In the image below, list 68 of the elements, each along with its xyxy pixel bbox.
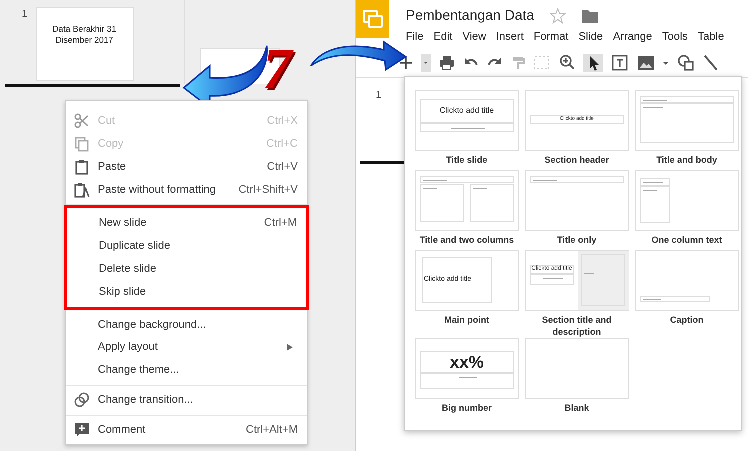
comment-icon	[74, 422, 90, 438]
menu-item[interactable]: Change background...	[98, 316, 298, 334]
document-title[interactable]: Pembentangan Data	[406, 5, 534, 26]
layout-label: Title slide	[445, 154, 489, 167]
menu-item[interactable]: Change transition...	[98, 392, 298, 408]
layout-label: Caption	[669, 314, 705, 327]
layout-label: Title and body	[656, 154, 718, 167]
layout-thumbnail[interactable]	[635, 250, 739, 311]
menu-bar-item[interactable]: File	[406, 29, 424, 46]
menu-bar-item[interactable]: Tools	[662, 29, 688, 46]
scissors-icon	[74, 113, 90, 130]
menu-bar-item[interactable]: View	[462, 29, 486, 46]
layout-thumbnail[interactable]	[415, 170, 519, 231]
menu-bar-item[interactable]: Arrange	[613, 29, 652, 46]
layout-label: Section header	[544, 154, 610, 167]
shortcut-text: Ctrl+M	[264, 216, 297, 232]
slide-number: 1	[376, 88, 383, 102]
menu-item[interactable]: Delete slide	[99, 260, 297, 278]
step-number: 7	[263, 40, 292, 98]
layout-thumbnail[interactable]	[525, 338, 629, 400]
layout-label: Section title and description	[541, 314, 613, 338]
menu-bar-item[interactable]: Slide	[578, 29, 604, 46]
layout-label: Big number	[440, 402, 493, 416]
menu-item[interactable]: Apply layout	[98, 339, 287, 356]
shortcut-text: Ctrl+Shift+V	[238, 182, 298, 198]
layout-label: Blank	[564, 402, 590, 416]
layout-thumbnail[interactable]: Clickto add title	[415, 90, 519, 151]
menu-item[interactable]: Paste without formatting	[98, 182, 239, 198]
folder-icon[interactable]	[582, 8, 598, 22]
copy-icon	[74, 136, 90, 152]
line-icon[interactable]	[703, 54, 719, 72]
layout-thumbnail[interactable]: xx%	[415, 338, 519, 400]
menu-item[interactable]: Skip slide	[99, 284, 297, 300]
shortcut-text: Ctrl+Alt+M	[246, 422, 298, 438]
menu-item[interactable]: Duplicate slide	[99, 238, 297, 255]
print-icon[interactable]	[439, 54, 455, 72]
placeholder-text: Clickto add title	[440, 105, 494, 117]
layout-thumbnail[interactable]	[635, 170, 739, 231]
placeholder-text: xx%	[450, 352, 484, 374]
menu-bar-item[interactable]: Table	[698, 29, 724, 46]
cursor-icon[interactable]	[583, 54, 603, 72]
shortcut-text: Ctrl+V	[267, 160, 298, 175]
layout-label: One column text	[650, 234, 724, 247]
slide-thumbnail[interactable]: Data Berakhir 31 Disember 2017	[36, 7, 134, 81]
menu-bar-item[interactable]: Format	[534, 29, 569, 46]
clipboard-text-icon	[74, 182, 90, 198]
circles-icon	[74, 392, 90, 408]
text-box-icon[interactable]	[611, 54, 629, 72]
layout-label: Title only	[556, 234, 598, 247]
insertion-line	[360, 160, 404, 164]
layout-thumbnail[interactable]	[525, 170, 629, 231]
image-icon[interactable]	[637, 54, 655, 72]
shapes-icon[interactable]	[677, 54, 695, 72]
layout-label: Title and two columns	[418, 234, 516, 247]
clipboard-icon	[74, 158, 90, 175]
menu-item[interactable]: New slide	[99, 215, 264, 232]
menu-item[interactable]: Paste	[98, 158, 268, 176]
shortcut-text: Ctrl+C	[266, 136, 298, 152]
layout-thumbnail[interactable]	[635, 90, 739, 151]
layout-label: Main point	[444, 314, 490, 327]
star-icon[interactable]	[550, 8, 566, 24]
menu-item[interactable]: Comment	[98, 422, 246, 438]
shortcut-text: Ctrl+X	[267, 114, 298, 130]
zoom-icon[interactable]	[559, 54, 575, 72]
menu-bar-item[interactable]: Edit	[434, 29, 453, 46]
menu-item[interactable]: Change theme...	[98, 362, 298, 379]
menu-bar-item[interactable]: Insert	[496, 29, 524, 46]
slide-number: 1	[22, 8, 28, 22]
